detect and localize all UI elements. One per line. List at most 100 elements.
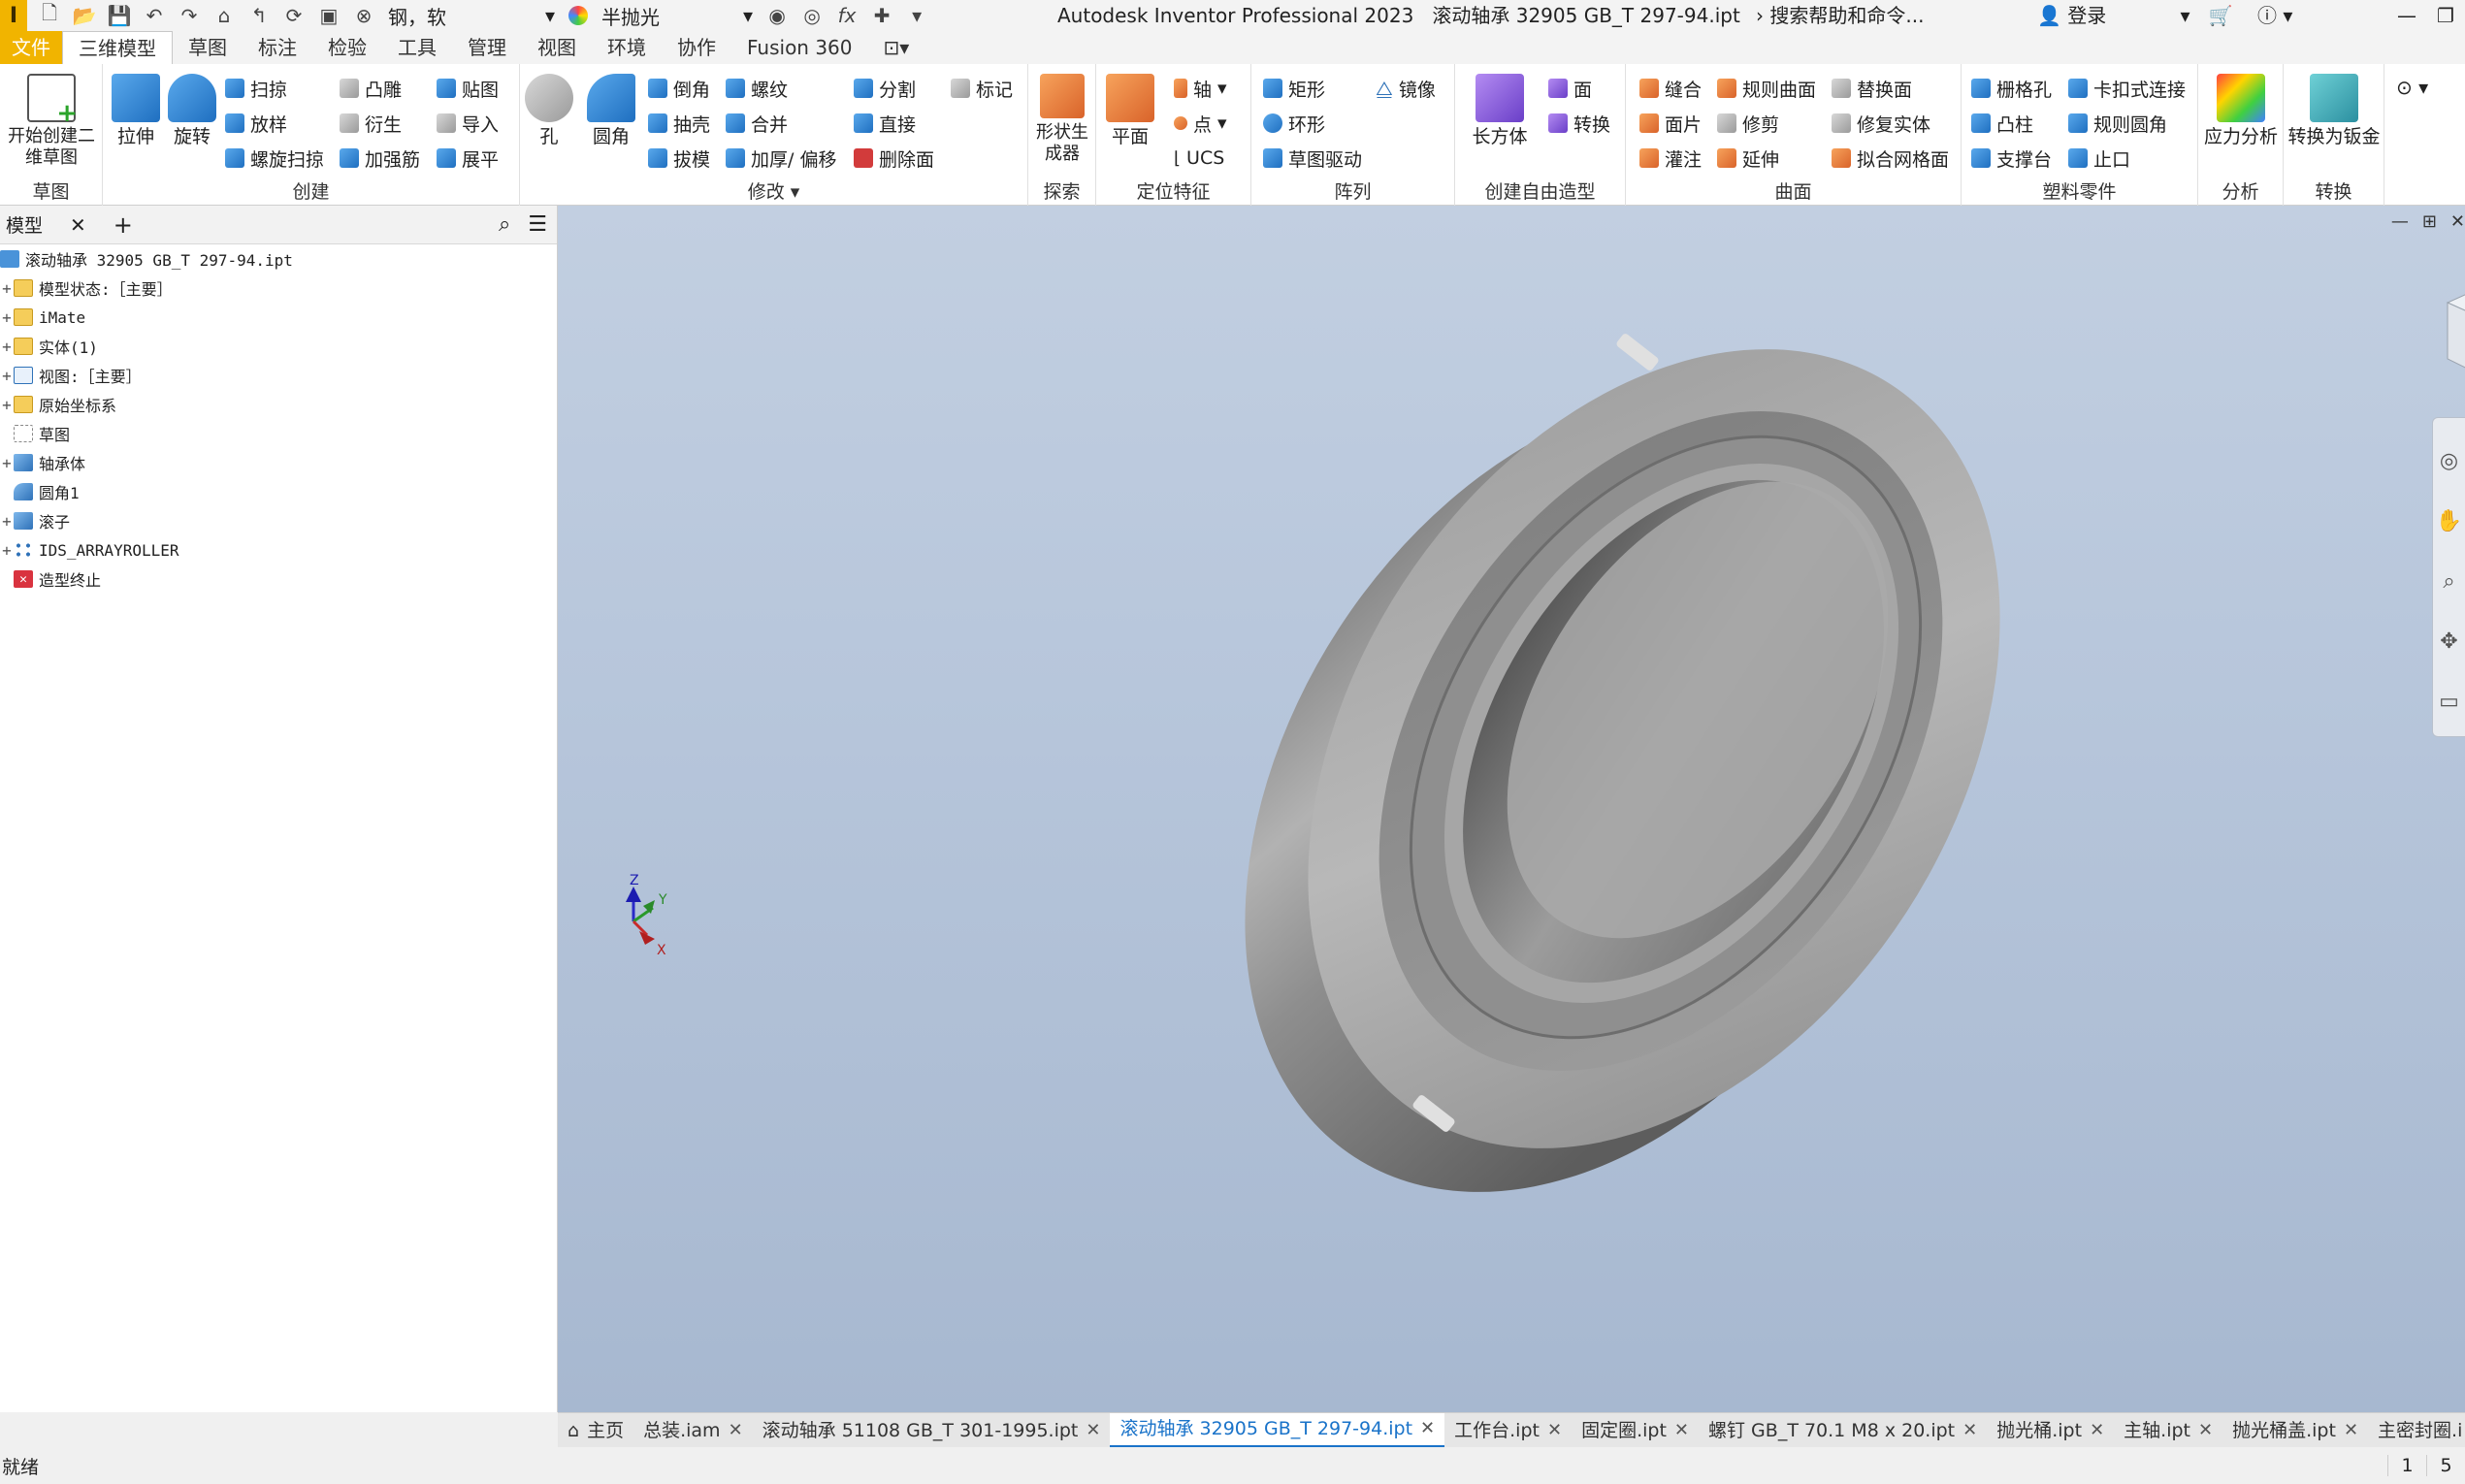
revolve-button[interactable]: 旋转 (165, 74, 219, 147)
trim-button[interactable]: 修剪 (1717, 111, 1779, 136)
pan-icon[interactable]: ✋ (2433, 492, 2465, 552)
decal-button[interactable]: 贴图 (437, 76, 499, 101)
select-icon[interactable]: ▣ (318, 4, 340, 27)
mark-button[interactable]: 标记 (951, 76, 1013, 101)
expand-icon[interactable]: + (0, 279, 14, 298)
sweep-button[interactable]: 扫掠 (225, 76, 287, 101)
close-tab-icon[interactable]: ✕ (1674, 1413, 1689, 1447)
freeform-box-button[interactable]: 长方体 (1461, 74, 1539, 147)
return-icon[interactable]: ↰ (248, 4, 270, 27)
expand-icon[interactable]: + (0, 367, 14, 385)
patch-button[interactable]: 面片 (1639, 111, 1702, 136)
expand-icon[interactable]: + (0, 454, 14, 472)
ribbon-expand-icon[interactable]: ⊙ ▾ (2396, 76, 2428, 99)
thicken-button[interactable]: 加厚/ 偏移 (726, 145, 836, 171)
zoom-icon[interactable]: ⌕ (2433, 552, 2465, 612)
expand-icon[interactable]: + (0, 512, 14, 531)
draft-button[interactable]: 拔模 (648, 145, 710, 171)
loft-button[interactable]: 放样 (225, 111, 287, 136)
direct-button[interactable]: 直接 (854, 111, 916, 136)
redo-icon[interactable]: ↷ (178, 4, 200, 27)
rect-pattern-button[interactable]: 矩形 (1263, 76, 1325, 101)
doc-tab[interactable]: 抛光桶盖.ipt ✕ (2222, 1413, 2368, 1447)
browser-tab-model[interactable]: 模型 (0, 211, 49, 238)
help-search[interactable]: › 搜索帮助和命令... (1756, 0, 1924, 31)
tab-manage[interactable]: 管理 (452, 31, 522, 64)
close-tab-icon[interactable]: ✕ (2090, 1413, 2104, 1447)
snap-fit-button[interactable]: 卡扣式连接 (2068, 76, 2186, 101)
shell-button[interactable]: 抽壳 (648, 111, 710, 136)
delete-face-button[interactable]: 删除面 (854, 145, 934, 171)
chamfer-button[interactable]: 倒角 (648, 76, 710, 101)
doc-tab[interactable]: 抛光桶.ipt ✕ (1987, 1413, 2114, 1447)
expand-icon[interactable]: + (0, 338, 14, 356)
plane-button[interactable]: 平面 (1100, 74, 1160, 147)
axis-button[interactable]: 轴 ▾ (1174, 76, 1227, 101)
tree-item-bearing-body[interactable]: + 轴承体 (0, 448, 557, 477)
bearing-model[interactable]: Z Y X (558, 206, 2465, 1412)
close-tab-icon[interactable]: ✕ (1962, 1413, 1977, 1447)
tree-item-roller[interactable]: + 滚子 (0, 506, 557, 535)
appearance-select[interactable]: 半抛光 ▾ (601, 2, 753, 30)
convert-sheet-metal-button[interactable]: 转换为钣金 (2286, 74, 2383, 147)
coil-button[interactable]: 螺旋扫掠 (225, 145, 324, 171)
shape-generator-button[interactable]: 形状生成器 (1030, 74, 1094, 165)
tab-3d-model[interactable]: 三维模型 (62, 31, 173, 64)
rib-button[interactable]: 加强筋 (340, 145, 420, 171)
undo-icon[interactable]: ↶ (144, 4, 165, 27)
doc-tab-active[interactable]: 滚动轴承 32905 GB_T 297-94.ipt ✕ (1110, 1413, 1445, 1447)
minimize-icon[interactable]: — (2387, 4, 2426, 27)
close-tab-icon[interactable]: ✕ (1547, 1413, 1562, 1447)
look-at-icon[interactable]: ▭ (2433, 672, 2465, 732)
hole-button[interactable]: 孔 (522, 74, 576, 147)
doc-tab-home[interactable]: ⌂ 主页 (558, 1413, 633, 1447)
boss-button[interactable]: 凸柱 (1971, 111, 2033, 136)
menu-icon[interactable]: ☰ (528, 212, 547, 237)
start-sketch-button[interactable]: + 开始创建二维草图 (6, 74, 97, 169)
stress-analysis-button[interactable]: 应力分析 (2202, 74, 2280, 147)
ruled-surface-button[interactable]: 规则曲面 (1717, 76, 1816, 101)
graphics-viewport[interactable]: — ⊞ ✕ Z Y X ◎ ✋ ⌕ ✥ ▭ (558, 206, 2465, 1412)
import-button[interactable]: 导入 (437, 111, 499, 136)
restore-icon[interactable]: ❐ (2426, 4, 2465, 27)
home-icon[interactable]: ⌂ (213, 4, 235, 27)
orbit-icon[interactable]: ✥ (2433, 612, 2465, 672)
extrude-button[interactable]: 拉伸 (109, 74, 163, 147)
tab-inspect[interactable]: 检验 (312, 31, 382, 64)
sculpt-button[interactable]: 灌注 (1639, 145, 1702, 171)
tree-item-model-state[interactable]: + 模型状态:［主要］ (0, 274, 557, 303)
doc-tab[interactable]: 滚动轴承 51108 GB_T 301-1995.ipt ✕ (753, 1413, 1111, 1447)
rest-button[interactable]: 支撑台 (1971, 145, 2052, 171)
add-icon[interactable]: ✚ (871, 4, 892, 27)
thread-button[interactable]: 螺纹 (726, 76, 788, 101)
derive-button[interactable]: 衍生 (340, 111, 402, 136)
tab-fusion-360[interactable]: Fusion 360 (731, 31, 868, 64)
login-button[interactable]: 👤 登录 ▾ 🛒 ⓘ ▾ (2037, 0, 2292, 31)
ribbon-options-icon[interactable]: ⊡▾ (868, 31, 925, 64)
doc-tab[interactable]: 主轴.ipt ✕ (2114, 1413, 2222, 1447)
combine-button[interactable]: 合并 (726, 111, 788, 136)
rule-fillet-button[interactable]: 规则圆角 (2068, 111, 2167, 136)
doc-tab[interactable]: 工作台.ipt ✕ (1444, 1413, 1572, 1447)
emboss-button[interactable]: 凸雕 (340, 76, 402, 101)
open-file-icon[interactable]: 📂 (73, 4, 97, 27)
extend-button[interactable]: 延伸 (1717, 145, 1779, 171)
search-icon[interactable]: ⌕ (499, 212, 510, 237)
freeform-convert-button[interactable]: 转换 (1548, 111, 1610, 136)
tree-item-array-roller[interactable]: + IDS_ARRAYROLLER (0, 535, 557, 565)
freeform-face-button[interactable]: 面 (1548, 76, 1592, 101)
tab-annotate[interactable]: 标注 (243, 31, 312, 64)
new-file-icon[interactable]: 🗋 (39, 1, 60, 26)
fillet-button[interactable]: 圆角 (580, 74, 642, 147)
steering-wheel-icon[interactable]: ◎ (2433, 432, 2465, 492)
stitch-button[interactable]: 缝合 (1639, 76, 1702, 101)
close-tab-icon[interactable]: ✕ (2344, 1413, 2358, 1447)
split-button[interactable]: 分割 (854, 76, 916, 101)
close-icon[interactable]: ✕ (70, 213, 86, 237)
expand-icon[interactable]: + (0, 308, 14, 327)
tab-sketch[interactable]: 草图 (173, 31, 243, 64)
tab-collaborate[interactable]: 协作 (662, 31, 731, 64)
repair-bodies-button[interactable]: 修复实体 (1832, 111, 1930, 136)
expand-icon[interactable]: + (0, 541, 14, 560)
unwrap-button[interactable]: 展平 (437, 145, 499, 171)
